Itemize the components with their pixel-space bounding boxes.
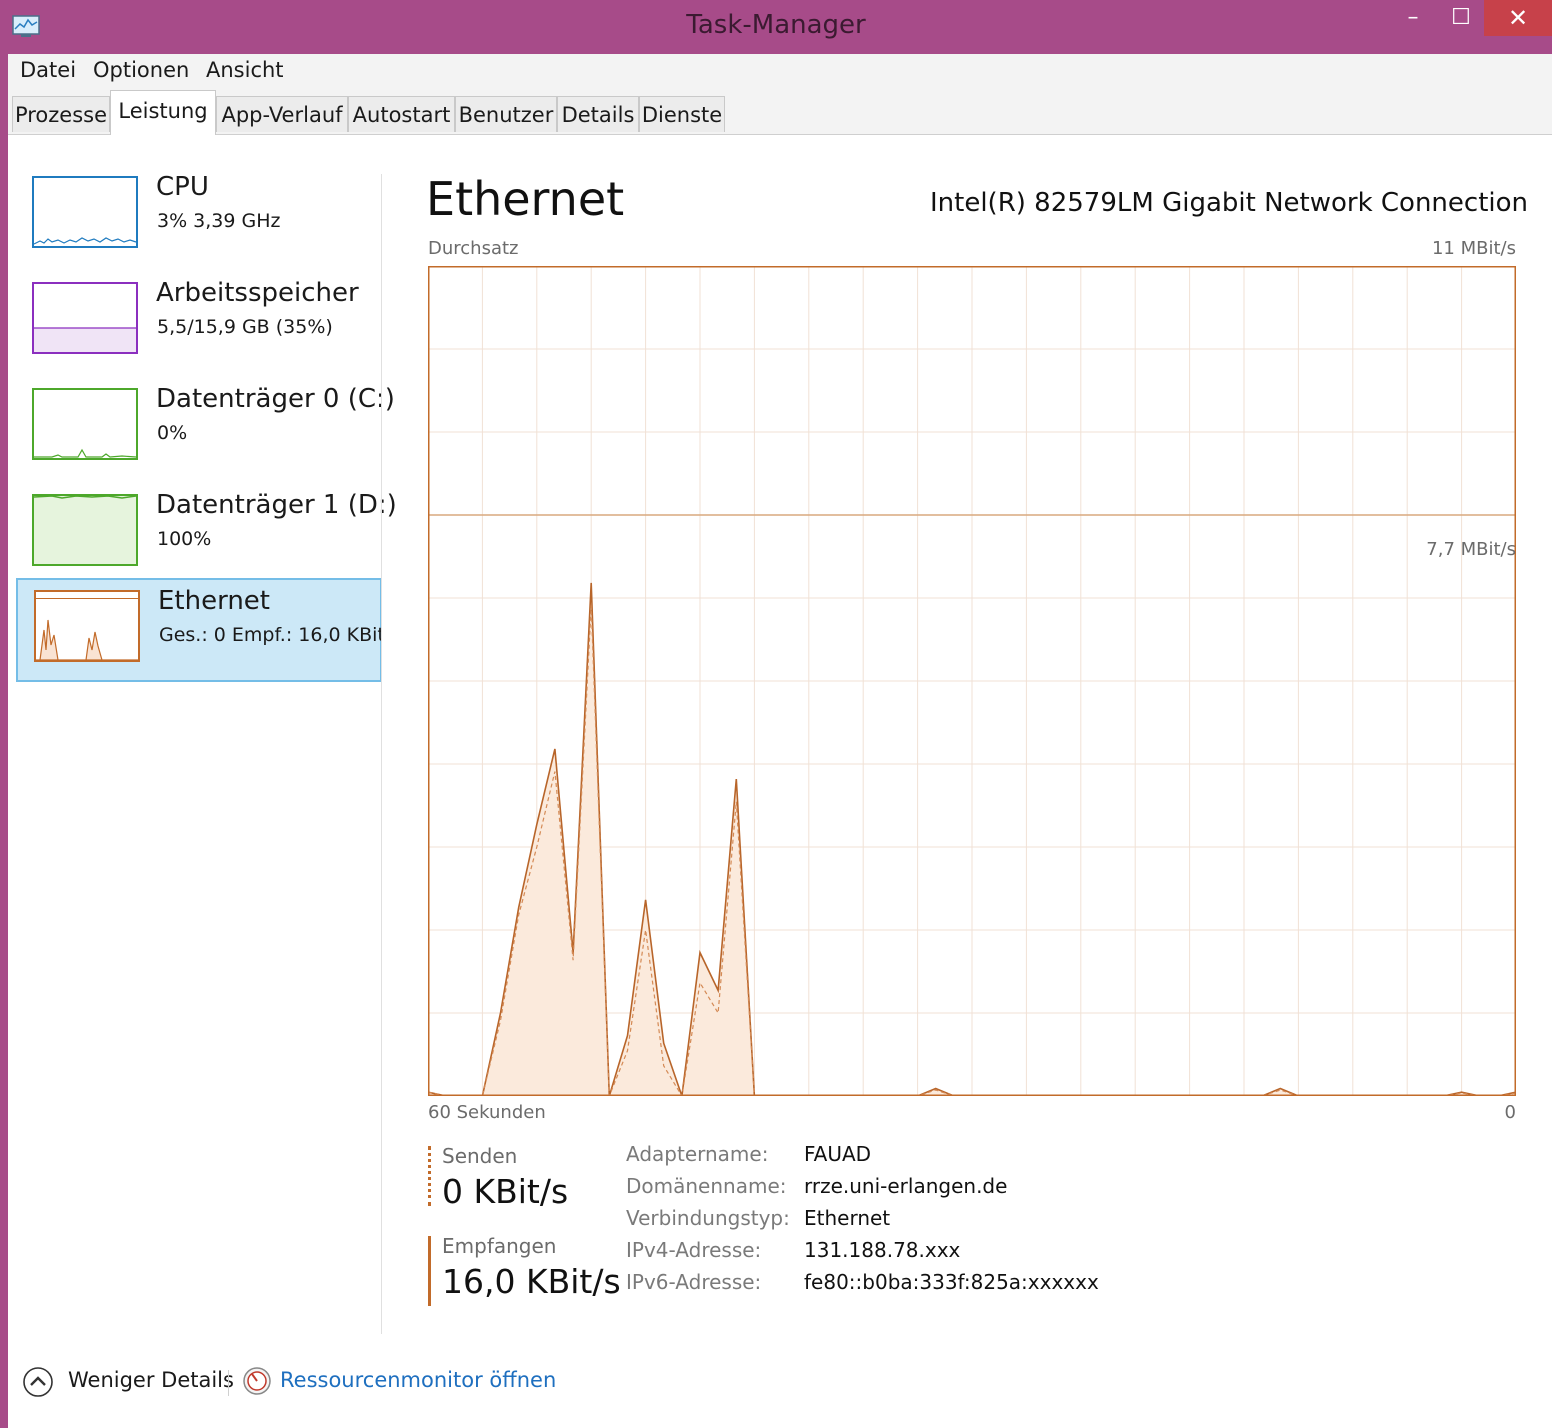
send-legend-line	[428, 1146, 431, 1206]
page-title: Ethernet	[426, 172, 625, 226]
prop-value-ipv4: 131.188.78.xxx	[804, 1238, 961, 1262]
prop-value-domain-name: rrze.uni-erlangen.de	[804, 1174, 1008, 1198]
menu-optionen[interactable]: Optionen	[93, 58, 189, 82]
chart-mid-label: 7,7 MBit/s	[1426, 539, 1516, 560]
title-bar: Task-Manager – ☐ ✕	[0, 0, 1552, 54]
sidebar-item-detail: 5,5/15,9 GB (35%)	[157, 316, 333, 338]
prop-value-ipv6: fe80::b0ba:333f:825a:xxxxxx	[804, 1270, 1099, 1294]
sidebar-item-name: Datenträger 0 (C:)	[156, 384, 395, 414]
sidebar-item-detail: 100%	[157, 528, 212, 550]
tab-leistung[interactable]: Leistung	[110, 90, 216, 135]
chart-x-left-label: 60 Sekunden	[428, 1102, 546, 1123]
sidebar-item-detail: 0%	[157, 422, 188, 444]
chart-title-label: Durchsatz	[428, 238, 519, 259]
receive-legend-line	[428, 1236, 431, 1306]
prop-value-adapter-name: FAUAD	[804, 1142, 872, 1166]
ethernet-thumbnail-graph	[34, 590, 140, 662]
sidebar-item-name: Datenträger 1 (D:)	[156, 490, 397, 520]
menu-datei[interactable]: Datei	[20, 58, 76, 82]
tab-details[interactable]: Details	[557, 96, 639, 132]
send-value: 0 KBit/s	[442, 1172, 569, 1211]
receive-label: Empfangen	[442, 1234, 557, 1258]
throughput-chart	[428, 266, 1516, 1096]
menu-bar: Datei Optionen Ansicht	[8, 54, 1552, 90]
sidebar-item-disk-1[interactable]: Datenträger 1 (D:) 100%	[16, 484, 397, 588]
sidebar-item-cpu[interactable]: CPU 3% 3,39 GHz	[16, 166, 382, 270]
tab-app-verlauf[interactable]: App-Verlauf	[216, 96, 348, 132]
window-body: Datei Optionen Ansicht Prozesse Leistung…	[8, 54, 1552, 1428]
sidebar-item-disk-0[interactable]: Datenträger 0 (C:) 0%	[16, 378, 395, 482]
tab-dienste[interactable]: Dienste	[639, 96, 725, 132]
close-button[interactable]: ✕	[1484, 0, 1552, 36]
memory-thumbnail-graph	[32, 282, 138, 354]
disk-0-thumbnail-graph	[32, 388, 138, 460]
tab-bar: Prozesse Leistung App-Verlauf Autostart …	[8, 90, 1552, 135]
tab-benutzer[interactable]: Benutzer	[455, 96, 557, 132]
chevron-up-icon[interactable]	[22, 1366, 54, 1398]
prop-key-connection-type: Verbindungstyp:	[626, 1206, 790, 1230]
chart-max-label: 11 MBit/s	[1431, 238, 1516, 259]
prop-value-connection-type: Ethernet	[804, 1206, 891, 1230]
adapter-name-heading: Intel(R) 82579LM Gigabit Network Connect…	[930, 188, 1528, 218]
main-panel: Ethernet Intel(R) 82579LM Gigabit Networ…	[418, 136, 1528, 1356]
maximize-button[interactable]: ☐	[1438, 0, 1484, 36]
footer: Weniger Details Ressourcenmonitor öffnen	[8, 1354, 1552, 1428]
cpu-thumbnail-graph	[32, 176, 138, 248]
disk-1-thumbnail-graph	[32, 494, 138, 566]
minimize-button[interactable]: –	[1390, 0, 1436, 36]
sidebar-item-detail: 3% 3,39 GHz	[157, 210, 281, 232]
prop-key-ipv6: IPv6-Adresse:	[626, 1270, 762, 1294]
tab-autostart[interactable]: Autostart	[348, 96, 455, 132]
prop-key-domain-name: Domänenname:	[626, 1174, 787, 1198]
window-title: Task-Manager	[686, 10, 866, 40]
sidebar-item-ethernet[interactable]: Ethernet Ges.: 0 Empf.: 16,0 KBit/s	[16, 578, 382, 682]
prop-key-ipv4: IPv4-Adresse:	[626, 1238, 762, 1262]
send-label: Senden	[442, 1144, 518, 1168]
chart-x-right-label: 0	[1504, 1102, 1516, 1123]
tab-prozesse[interactable]: Prozesse	[12, 96, 110, 132]
sidebar: CPU 3% 3,39 GHz Arbeitsspeicher 5,5/15,9…	[8, 136, 397, 1336]
receive-stat: Empfangen 16,0 KBit/s	[428, 1234, 628, 1320]
menu-ansicht[interactable]: Ansicht	[206, 58, 284, 82]
sidebar-item-name: Arbeitsspeicher	[156, 278, 359, 308]
fewer-details-button[interactable]: Weniger Details	[68, 1368, 234, 1392]
sidebar-item-name: Ethernet	[158, 586, 270, 616]
receive-value: 16,0 KBit/s	[442, 1262, 621, 1301]
resource-monitor-icon[interactable]	[242, 1366, 272, 1396]
sidebar-separator	[381, 174, 382, 1334]
footer-separator	[228, 1370, 229, 1396]
sidebar-item-memory[interactable]: Arbeitsspeicher 5,5/15,9 GB (35%)	[16, 272, 382, 376]
prop-key-adapter-name: Adaptername:	[626, 1142, 769, 1166]
sidebar-item-detail: Ges.: 0 Empf.: 16,0 KBit/s	[159, 624, 381, 646]
open-resource-monitor-link[interactable]: Ressourcenmonitor öffnen	[280, 1368, 556, 1392]
send-stat: Senden 0 KBit/s	[428, 1144, 628, 1230]
sidebar-item-name: CPU	[156, 172, 209, 202]
